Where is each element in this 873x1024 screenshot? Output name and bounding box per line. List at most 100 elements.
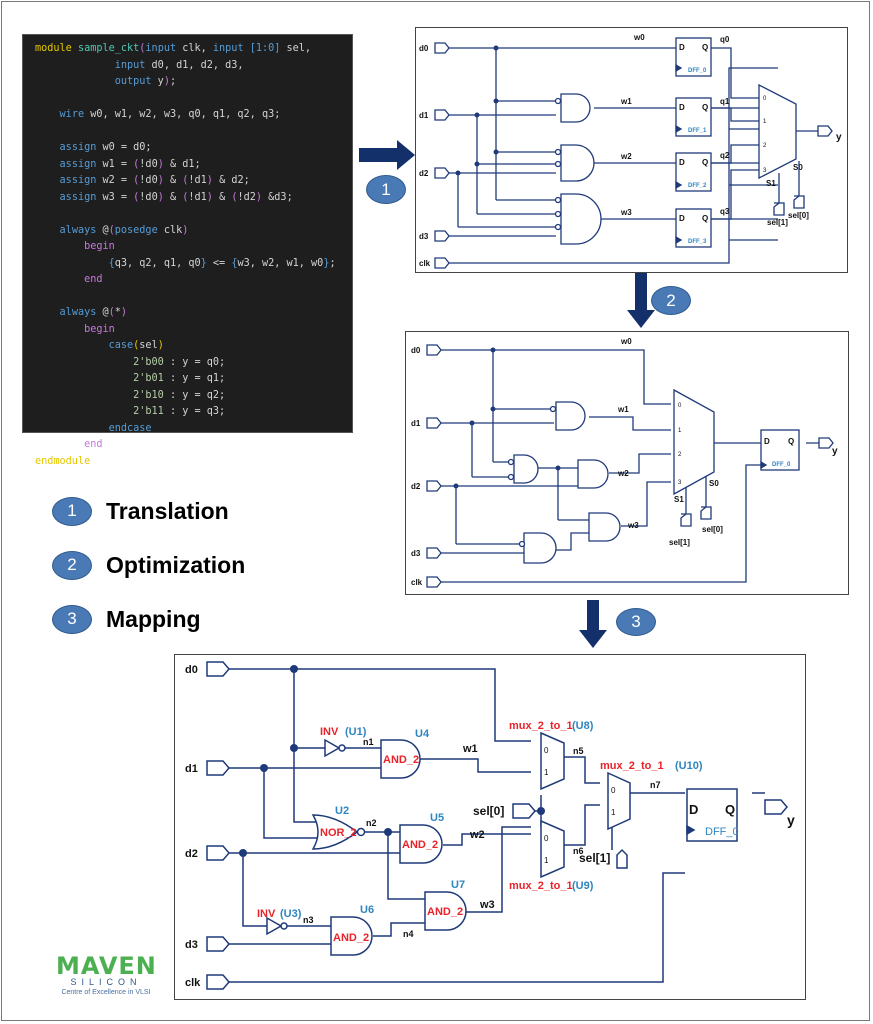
steps-legend: 1 Translation 2 Optimization 3 Mapping bbox=[52, 484, 245, 646]
code-token: !d1 bbox=[188, 191, 207, 203]
code-line: 2'b01 : y = q1; bbox=[35, 371, 352, 388]
svg-text:mux_2_to_1: mux_2_to_1 bbox=[509, 720, 573, 732]
wire-label-w0: w0 bbox=[620, 337, 632, 346]
net-label-n7: n7 bbox=[650, 780, 661, 790]
port-d3: d3 bbox=[185, 936, 230, 952]
code-token: & bbox=[212, 191, 232, 203]
code-token: module bbox=[35, 43, 78, 54]
svg-text:d0: d0 bbox=[185, 664, 198, 676]
verilog-code-panel: module sample_ckt(input clk, input [1:0]… bbox=[22, 34, 353, 467]
svg-text:AND_2: AND_2 bbox=[333, 932, 369, 944]
svg-text:(U10): (U10) bbox=[675, 760, 703, 772]
svg-text:DFF_2: DFF_2 bbox=[688, 183, 707, 189]
step-mapping: 3 Mapping bbox=[52, 592, 245, 646]
mux-4-to-1: 01 23 S1 S0 bbox=[758, 83, 803, 188]
and-gate-w2 bbox=[554, 144, 595, 182]
step-label: Optimization bbox=[106, 551, 246, 578]
and2-u4: AND_2 U4 bbox=[380, 728, 430, 779]
dff-0: D Q DFF_0 bbox=[675, 37, 712, 77]
net-label-n5: n5 bbox=[573, 746, 584, 756]
code-token: ; bbox=[329, 257, 336, 269]
code-token: !d0 bbox=[139, 191, 158, 203]
code-line: {q3, q2, q1, q0} <= {w3, w2, w1, w0}; bbox=[35, 256, 352, 273]
code-token: 2'b10 bbox=[133, 389, 164, 401]
logo-brand: MAVEN bbox=[56, 952, 157, 980]
port-d2: d2 bbox=[185, 845, 230, 861]
port-d3: d3 bbox=[419, 230, 450, 242]
code-token: clk bbox=[163, 224, 183, 236]
port-d0: d0 bbox=[185, 661, 230, 677]
wire-label-w3: w3 bbox=[479, 899, 495, 911]
port-d1: d1 bbox=[411, 417, 442, 429]
code-line: module sample_ckt(input clk, input [1:0]… bbox=[35, 41, 352, 58]
svg-text:d3: d3 bbox=[411, 549, 421, 558]
port-y: y bbox=[764, 799, 795, 828]
svg-text:D: D bbox=[689, 802, 698, 817]
svg-text:D: D bbox=[679, 158, 685, 167]
code-line: assign w2 = (!d0) & (!d1) & d2; bbox=[35, 173, 352, 190]
code-line: always @(*) bbox=[35, 305, 352, 322]
code-token: !d1 bbox=[188, 175, 207, 186]
code-token: ) bbox=[182, 224, 189, 236]
wire-label-w3: w3 bbox=[627, 521, 639, 530]
svg-text:d3: d3 bbox=[419, 232, 429, 241]
dff-3: D Q DFF_3 bbox=[675, 208, 712, 248]
code-token: end bbox=[84, 439, 103, 450]
svg-text:d1: d1 bbox=[411, 419, 421, 428]
svg-text:U5: U5 bbox=[430, 812, 444, 824]
code-token: <= bbox=[206, 257, 232, 269]
svg-text:S1: S1 bbox=[766, 179, 776, 188]
svg-text:DFF_0: DFF_0 bbox=[688, 68, 707, 74]
svg-text:U4: U4 bbox=[415, 728, 430, 740]
port-y: y bbox=[818, 437, 838, 457]
code-line: always @(posedge clk) bbox=[35, 223, 352, 240]
svg-text:DFF_1: DFF_1 bbox=[688, 128, 707, 134]
code-token: 2'b11 bbox=[133, 406, 164, 417]
translation-schematic: d0 d1 d2 d3 clk w0 w1 w2 w3 D Q DFF_0 D Q DF… bbox=[415, 27, 848, 273]
svg-text:U7: U7 bbox=[451, 879, 465, 891]
code-token: w0, w1, w2, w3, q0, q1, q2, q3; bbox=[90, 109, 281, 120]
svg-text:D: D bbox=[679, 214, 685, 223]
svg-text:U2: U2 bbox=[335, 805, 349, 817]
and-gate-n bbox=[518, 532, 557, 564]
svg-text:y: y bbox=[787, 812, 795, 828]
code-token: begin bbox=[84, 241, 115, 252]
nor2-u2: NOR_2 U2 bbox=[311, 805, 366, 850]
svg-text:NOR_2: NOR_2 bbox=[320, 827, 357, 839]
port-clk: clk bbox=[185, 974, 230, 990]
q-label: q1 bbox=[720, 97, 730, 106]
svg-text:d0: d0 bbox=[419, 44, 429, 53]
arrow-mapping bbox=[579, 600, 607, 648]
nor-and-gate bbox=[507, 454, 539, 484]
code-token: !d2 bbox=[237, 191, 256, 203]
mux-4-to-1: 01 23 S1 S0 bbox=[673, 388, 719, 504]
and-gate-w1 bbox=[554, 93, 591, 123]
code-token: : y = q2; bbox=[163, 389, 226, 401]
svg-text:DFF_0: DFF_0 bbox=[772, 462, 791, 468]
svg-text:0: 0 bbox=[544, 834, 549, 843]
wire-label-w2: w2 bbox=[617, 469, 629, 478]
svg-text:(U8): (U8) bbox=[572, 720, 594, 732]
svg-text:S1: S1 bbox=[674, 495, 684, 504]
code-line: end bbox=[35, 272, 352, 289]
svg-text:sel[1]: sel[1] bbox=[767, 218, 788, 227]
svg-text:AND_2: AND_2 bbox=[402, 839, 438, 851]
svg-text:D: D bbox=[764, 437, 770, 446]
code-line: 2'b11 : y = q3; bbox=[35, 404, 352, 421]
code-token: case bbox=[108, 340, 134, 351]
and-gate-w2 bbox=[577, 459, 609, 489]
code-token: always bbox=[59, 307, 103, 318]
svg-text:S0: S0 bbox=[709, 479, 719, 488]
svg-text:sel[1]: sel[1] bbox=[669, 538, 690, 547]
code-token: sel bbox=[139, 340, 158, 351]
net-label-n3: n3 bbox=[303, 915, 314, 925]
code-token: ; bbox=[169, 76, 177, 87]
code-token: : y = q0; bbox=[163, 356, 226, 368]
svg-text:Q: Q bbox=[702, 214, 708, 223]
